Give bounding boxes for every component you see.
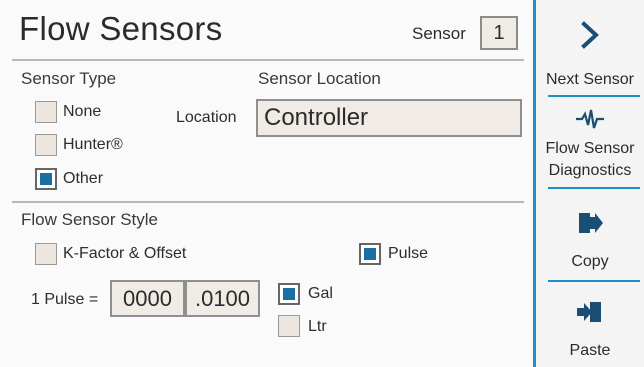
sidebar: Next Sensor Flow Sensor Diagnostics Copy… [533, 0, 644, 367]
location-input[interactable]: Controller [256, 99, 522, 137]
pulse-equals-label: 1 Pulse = [31, 291, 99, 308]
unit-gal-label: Gal [308, 285, 333, 302]
diagnostics-label-line1: Flow Sensor [545, 140, 635, 157]
unit-ltr-label: Ltr [308, 318, 327, 335]
kfactor-offset-checkbox[interactable] [35, 243, 57, 265]
main-panel: Flow Sensors Sensor 1 Sensor Type None H… [0, 0, 533, 367]
pulse-checkbox[interactable] [359, 243, 381, 265]
sensor-number-field[interactable]: 1 [480, 16, 518, 50]
flow-sensor-style-heading: Flow Sensor Style [21, 210, 158, 229]
paste-label: Paste [569, 342, 611, 359]
sidebar-separator [548, 280, 640, 282]
sensor-type-none-checkbox[interactable] [35, 101, 57, 123]
sensor-type-heading: Sensor Type [21, 69, 117, 88]
next-sensor-button[interactable]: Next Sensor [536, 20, 644, 91]
copy-button[interactable]: Copy [536, 209, 644, 273]
pulse-fraction-input[interactable]: .0100 [185, 280, 260, 317]
divider [12, 59, 524, 61]
page-title: Flow Sensors [19, 10, 223, 47]
pulse-whole-input[interactable]: 0000 [110, 280, 185, 317]
pulse-label: Pulse [388, 245, 429, 262]
chevron-right-icon [581, 21, 599, 49]
diagnostics-label-line2: Diagnostics [548, 162, 632, 179]
copy-label: Copy [571, 253, 609, 270]
sensor-type-hunter-label: Hunter® [63, 136, 123, 153]
sensor-type-none-label: None [63, 103, 102, 120]
sensor-number-label: Sensor [412, 24, 466, 43]
paste-arrow-icon [577, 302, 601, 322]
sensor-type-hunter-checkbox[interactable] [35, 134, 57, 156]
location-field-label: Location [176, 109, 237, 126]
kfactor-offset-label: K-Factor & Offset [63, 245, 187, 262]
unit-ltr-checkbox[interactable] [278, 315, 300, 337]
next-sensor-label: Next Sensor [545, 71, 635, 88]
sensor-type-other-label: Other [63, 170, 104, 187]
flow-sensor-diagnostics-button[interactable]: Flow Sensor Diagnostics [536, 106, 644, 182]
paste-button[interactable]: Paste [536, 298, 644, 362]
divider [12, 201, 524, 203]
sidebar-separator [548, 187, 640, 189]
sidebar-separator [548, 95, 640, 97]
sensor-type-other-checkbox[interactable] [35, 168, 57, 190]
unit-gal-checkbox[interactable] [278, 283, 300, 305]
sensor-location-heading: Sensor Location [258, 69, 381, 88]
waveform-icon [576, 109, 604, 129]
copy-arrow-icon [579, 213, 603, 233]
